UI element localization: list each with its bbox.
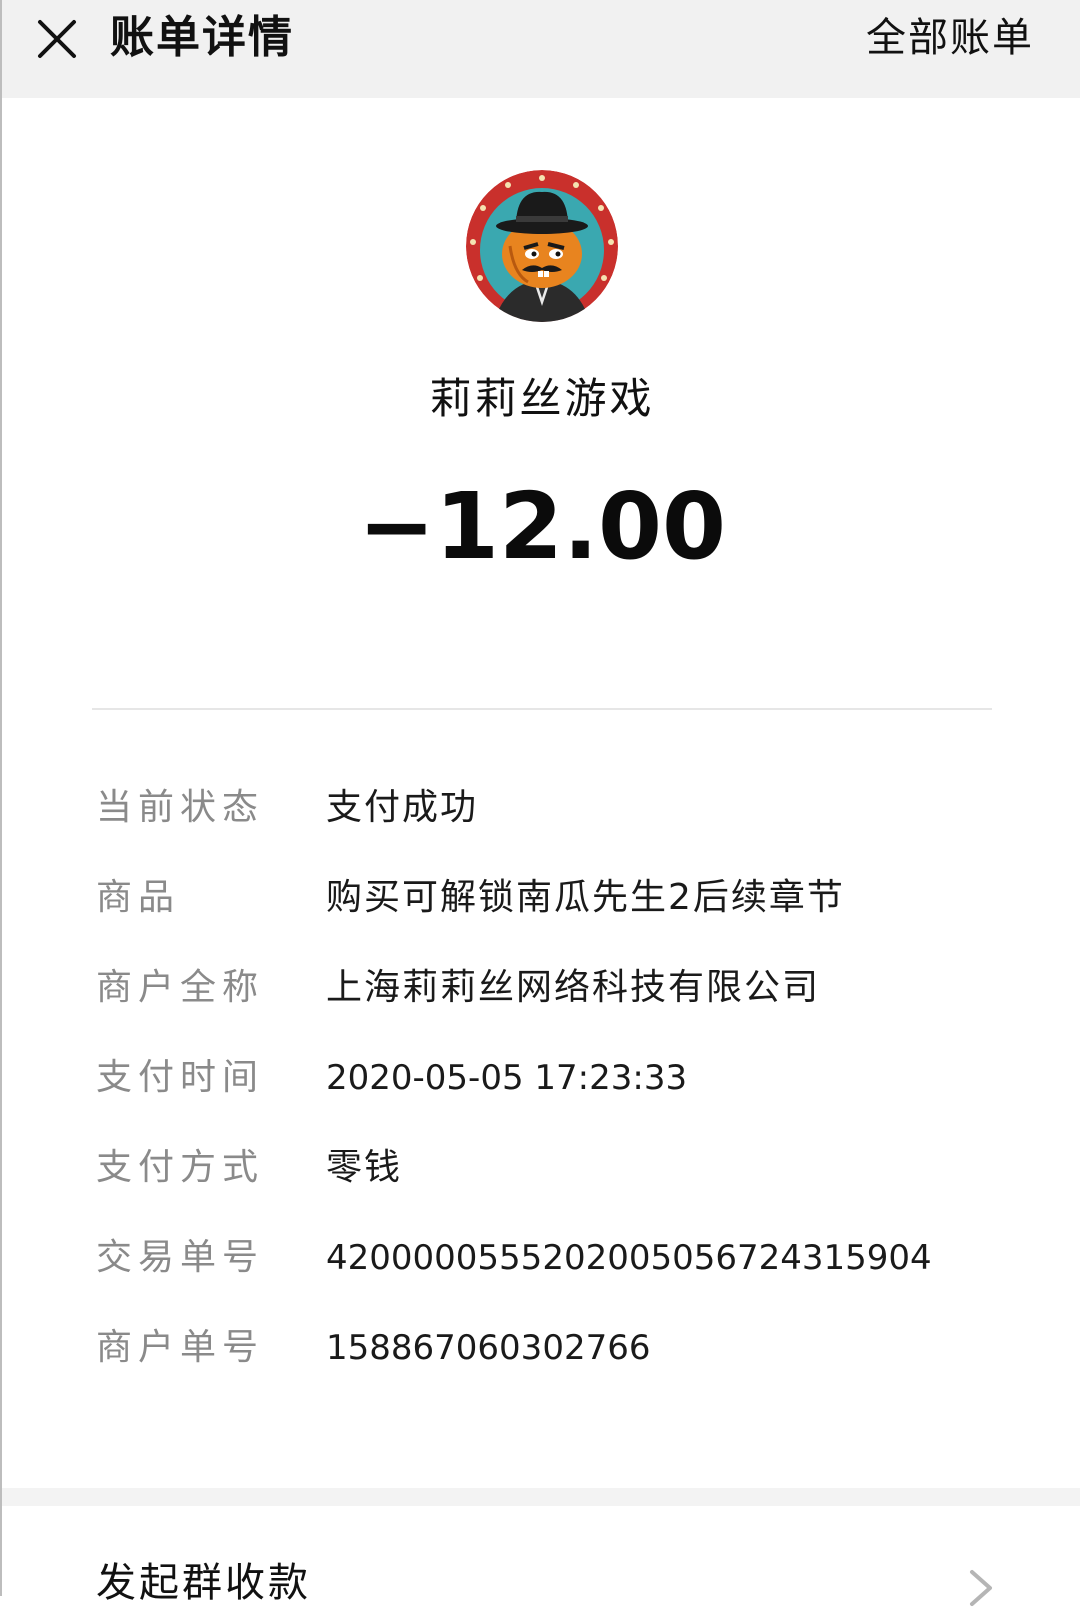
detail-value: 零钱	[326, 1147, 403, 1188]
detail-row-payment-time: 支付时间 2020-05-05 17:23:33	[2, 1040, 1080, 1130]
chevron-right-icon	[966, 1568, 996, 1608]
page-title: 账单详情	[110, 12, 294, 63]
group-collect-row[interactable]: 发起群收款	[2, 1506, 1080, 1606]
detail-row-payment-method: 支付方式 零钱	[2, 1130, 1080, 1220]
payment-amount: −12.00	[357, 473, 727, 580]
detail-row-product: 商品 购买可解锁南瓜先生2后续章节	[2, 860, 1080, 950]
detail-label: 商户单号	[96, 1327, 265, 1368]
header-bar: 账单详情 全部账单	[2, 0, 1080, 98]
detail-row-transaction-id: 交易单号 4200000555202005056724315904	[2, 1220, 1080, 1310]
detail-row-status: 当前状态 支付成功	[2, 770, 1080, 860]
detail-label: 商户全称	[96, 967, 265, 1008]
bill-detail-page: 账单详情 全部账单 莉莉丝游戏 −12.00 当前状态 支付成功 商品 购买可解…	[0, 0, 1080, 1606]
merchant-avatar	[466, 170, 618, 322]
merchant-name: 莉莉丝游戏	[429, 374, 655, 423]
detail-label: 支付方式	[96, 1147, 265, 1188]
close-icon[interactable]	[32, 14, 82, 64]
detail-value: 购买可解锁南瓜先生2后续章节	[326, 877, 845, 918]
group-collect-label: 发起群收款	[96, 1560, 311, 1606]
detail-label: 当前状态	[96, 787, 265, 828]
detail-label: 支付时间	[96, 1057, 265, 1098]
section-separator	[2, 1488, 1080, 1506]
detail-value[interactable]: 158867060302766	[326, 1324, 650, 1372]
detail-value: 上海莉莉丝网络科技有限公司	[326, 967, 821, 1008]
detail-label: 交易单号	[96, 1237, 265, 1278]
detail-row-merchant-fullname: 商户全称 上海莉莉丝网络科技有限公司	[2, 950, 1080, 1040]
detail-value[interactable]: 4200000555202005056724315904	[326, 1234, 932, 1282]
detail-value: 支付成功	[326, 787, 479, 828]
detail-row-merchant-order-id: 商户单号 158867060302766	[2, 1310, 1080, 1400]
detail-list: 当前状态 支付成功 商品 购买可解锁南瓜先生2后续章节 商户全称 上海莉莉丝网络…	[2, 770, 1080, 1400]
detail-value: 2020-05-05 17:23:33	[326, 1058, 688, 1098]
detail-label: 商品	[96, 877, 181, 918]
all-bills-link[interactable]: 全部账单	[866, 14, 1034, 62]
divider	[92, 708, 992, 710]
